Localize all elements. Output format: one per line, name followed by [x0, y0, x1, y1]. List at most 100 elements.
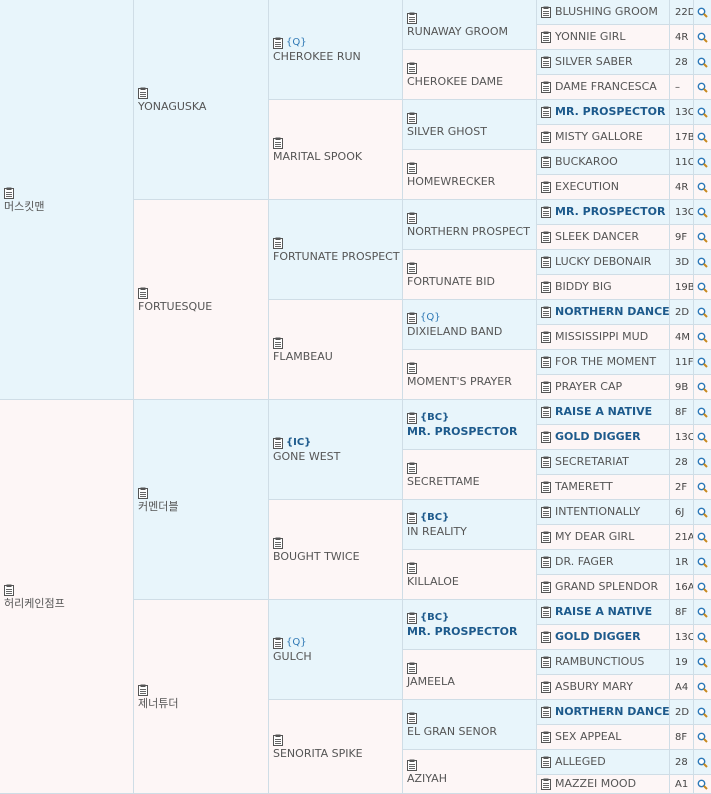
- magnifier-icon[interactable]: [694, 575, 711, 600]
- horse-name-link[interactable]: PRAYER CAP: [555, 380, 622, 394]
- horse-name-link[interactable]: FLAMBEAU: [273, 350, 400, 364]
- magnifier-icon[interactable]: [694, 500, 711, 525]
- magnifier-icon[interactable]: [694, 100, 711, 125]
- magnifier-icon[interactable]: [694, 125, 711, 150]
- magnifier-icon[interactable]: [694, 275, 711, 300]
- horse-name-link[interactable]: SENORITA SPIKE: [273, 747, 400, 761]
- clipboard-icon[interactable]: [138, 286, 148, 299]
- horse-name-link[interactable]: MR. PROSPECTOR: [555, 105, 665, 119]
- clipboard-icon[interactable]: [541, 406, 555, 419]
- horse-name-link[interactable]: SECRETARIAT: [555, 455, 629, 469]
- clipboard-icon[interactable]: [407, 711, 417, 724]
- clipboard-icon[interactable]: [541, 231, 555, 244]
- magnifier-icon[interactable]: [694, 25, 711, 50]
- horse-name-link[interactable]: BIDDY BIG: [555, 280, 612, 294]
- clipboard-icon[interactable]: [407, 11, 417, 24]
- horse-name-link[interactable]: CHEROKEE RUN: [273, 50, 400, 64]
- clipboard-icon[interactable]: [273, 36, 283, 49]
- horse-name-link[interactable]: BUCKAROO: [555, 155, 618, 169]
- clipboard-icon[interactable]: [541, 281, 555, 294]
- clipboard-icon[interactable]: [407, 361, 417, 374]
- horse-name-link[interactable]: LUCKY DEBONAIR: [555, 255, 651, 269]
- horse-name-link[interactable]: RUNAWAY GROOM: [407, 25, 534, 39]
- horse-name-link[interactable]: DR. FAGER: [555, 555, 613, 569]
- horse-name-link[interactable]: MR. PROSPECTOR: [407, 425, 534, 439]
- magnifier-icon[interactable]: [694, 300, 711, 325]
- clipboard-icon[interactable]: [407, 661, 417, 674]
- horse-name-link[interactable]: NORTHERN PROSPECT: [407, 225, 534, 239]
- horse-name-link[interactable]: JAMEELA: [407, 675, 534, 689]
- clipboard-icon[interactable]: [407, 61, 417, 74]
- horse-name-link[interactable]: IN REALITY: [407, 525, 534, 539]
- clipboard-icon[interactable]: [541, 631, 555, 644]
- clipboard-icon[interactable]: [541, 206, 555, 219]
- magnifier-icon[interactable]: [694, 175, 711, 200]
- horse-name-link[interactable]: YONAGUSKA: [138, 100, 266, 114]
- clipboard-icon[interactable]: [541, 731, 555, 744]
- clipboard-icon[interactable]: [541, 431, 555, 444]
- horse-name-link[interactable]: DIXIELAND BAND: [407, 325, 534, 339]
- clipboard-icon[interactable]: [273, 636, 283, 649]
- horse-name-link[interactable]: RAISE A NATIVE: [555, 405, 652, 419]
- horse-name-link[interactable]: SILVER SABER: [555, 55, 633, 69]
- clipboard-icon[interactable]: [407, 561, 417, 574]
- clipboard-icon[interactable]: [407, 111, 417, 124]
- magnifier-icon[interactable]: [694, 450, 711, 475]
- magnifier-icon[interactable]: [694, 150, 711, 175]
- horse-name-link[interactable]: RAISE A NATIVE: [555, 605, 652, 619]
- magnifier-icon[interactable]: [694, 375, 711, 400]
- clipboard-icon[interactable]: [407, 511, 417, 524]
- clipboard-icon[interactable]: [541, 681, 555, 694]
- clipboard-icon[interactable]: [541, 6, 555, 19]
- clipboard-icon[interactable]: [541, 606, 555, 619]
- magnifier-icon[interactable]: [694, 525, 711, 550]
- horse-name-link[interactable]: SILVER GHOST: [407, 125, 534, 139]
- magnifier-icon[interactable]: [694, 400, 711, 425]
- horse-name-link[interactable]: GOLD DIGGER: [555, 630, 641, 644]
- horse-name-link[interactable]: RAMBUNCTIOUS: [555, 655, 644, 669]
- clipboard-icon[interactable]: [541, 106, 555, 119]
- clipboard-icon[interactable]: [407, 461, 417, 474]
- clipboard-icon[interactable]: [407, 211, 417, 224]
- horse-name-link[interactable]: DAME FRANCESCA: [555, 80, 657, 94]
- magnifier-icon[interactable]: [694, 750, 711, 775]
- horse-name-link[interactable]: BOUGHT TWICE: [273, 550, 400, 564]
- horse-name-link[interactable]: KILLALOE: [407, 575, 534, 589]
- clipboard-icon[interactable]: [541, 381, 555, 394]
- magnifier-icon[interactable]: [694, 225, 711, 250]
- clipboard-icon[interactable]: [541, 656, 555, 669]
- clipboard-icon[interactable]: [4, 186, 14, 199]
- clipboard-icon[interactable]: [273, 733, 283, 746]
- clipboard-icon[interactable]: [541, 156, 555, 169]
- horse-name-link[interactable]: NORTHERN DANCER: [555, 305, 669, 319]
- magnifier-icon[interactable]: [694, 325, 711, 350]
- clipboard-icon[interactable]: [541, 706, 555, 719]
- magnifier-icon[interactable]: [694, 425, 711, 450]
- horse-name-link[interactable]: FORTUNATE PROSPECT: [273, 250, 400, 264]
- clipboard-icon[interactable]: [541, 131, 555, 144]
- clipboard-icon[interactable]: [541, 756, 555, 769]
- horse-name-link[interactable]: HOMEWRECKER: [407, 175, 534, 189]
- clipboard-icon[interactable]: [541, 331, 555, 344]
- clipboard-icon[interactable]: [541, 556, 555, 569]
- clipboard-icon[interactable]: [273, 436, 283, 449]
- clipboard-icon[interactable]: [541, 356, 555, 369]
- horse-name-link[interactable]: MR. PROSPECTOR: [407, 625, 534, 639]
- clipboard-icon[interactable]: [407, 411, 417, 424]
- horse-name-link[interactable]: SEX APPEAL: [555, 730, 621, 744]
- horse-name-link[interactable]: GULCH: [273, 650, 400, 664]
- clipboard-icon[interactable]: [4, 583, 14, 596]
- horse-name-link[interactable]: SLEEK DANCER: [555, 230, 639, 244]
- clipboard-icon[interactable]: [541, 256, 555, 269]
- magnifier-icon[interactable]: [694, 700, 711, 725]
- magnifier-icon[interactable]: [694, 200, 711, 225]
- horse-name-link[interactable]: BLUSHING GROOM: [555, 5, 658, 19]
- clipboard-icon[interactable]: [138, 486, 148, 499]
- clipboard-icon[interactable]: [138, 86, 148, 99]
- horse-name-link[interactable]: 제너튜더: [138, 697, 266, 711]
- horse-name-link[interactable]: NORTHERN DANCER: [555, 705, 669, 719]
- clipboard-icon[interactable]: [407, 758, 417, 771]
- clipboard-icon[interactable]: [541, 306, 555, 319]
- magnifier-icon[interactable]: [694, 250, 711, 275]
- clipboard-icon[interactable]: [541, 181, 555, 194]
